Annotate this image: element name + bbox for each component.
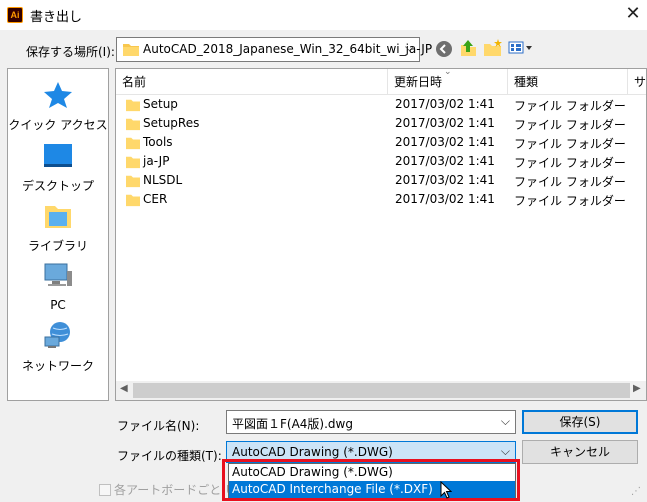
- save-location-label: 保存する場所(I):: [26, 45, 115, 59]
- save-button[interactable]: 保存(S): [522, 410, 638, 434]
- artboards-checkbox[interactable]: [99, 484, 111, 496]
- title-bar: Ai 書き出し ✕: [0, 0, 647, 30]
- cancel-button[interactable]: キャンセル: [522, 440, 638, 464]
- folder-icon: [123, 44, 139, 56]
- column-type[interactable]: 種類: [508, 69, 628, 95]
- column-size[interactable]: サ: [628, 69, 646, 95]
- places-bar: クイック アクセス デスクトップ ライブラリ PC ネットワーク: [7, 68, 109, 401]
- folder-icon: [126, 175, 140, 188]
- new-folder-icon[interactable]: [482, 38, 504, 58]
- place-network[interactable]: ネットワーク: [8, 320, 108, 374]
- place-desktop[interactable]: デスクトップ: [8, 142, 108, 194]
- place-quick-access[interactable]: クイック アクセス: [8, 81, 108, 133]
- library-icon: [45, 206, 71, 228]
- folder-icon: [126, 194, 140, 207]
- artboards-checkbox-row[interactable]: 各アートボードごと(U): [99, 481, 239, 498]
- file-list[interactable]: 名前 ⌄ 更新日時 種類 サ Setup 2017/03/02 1:41 ファイ…: [115, 68, 647, 401]
- place-library[interactable]: ライブラリ: [8, 202, 108, 254]
- file-row[interactable]: NLSDL 2017/03/02 1:41 ファイル フォルダー: [116, 172, 646, 191]
- highlight-box: [222, 459, 520, 501]
- save-location-path: AutoCAD_2018_Japanese_Win_32_64bit_wi_ja…: [143, 42, 433, 56]
- close-icon[interactable]: ✕: [620, 2, 646, 28]
- scroll-right-icon[interactable]: ▶: [633, 383, 641, 394]
- chevron-down-icon[interactable]: ⌵: [501, 444, 510, 459]
- file-row[interactable]: SetupRes 2017/03/02 1:41 ファイル フォルダー: [116, 115, 646, 134]
- view-menu-icon[interactable]: [507, 38, 535, 58]
- horizontal-scrollbar[interactable]: ◀ ▶: [116, 381, 646, 400]
- save-location-combobox[interactable]: AutoCAD_2018_Japanese_Win_32_64bit_wi_ja…: [116, 37, 432, 62]
- column-modified[interactable]: 更新日時: [388, 69, 508, 95]
- folder-icon: [126, 156, 140, 169]
- star-icon: [44, 82, 72, 108]
- folder-icon: [126, 118, 140, 131]
- filetype-label: ファイルの種類(T):: [117, 449, 222, 463]
- chevron-down-icon[interactable]: ⌵: [501, 414, 510, 429]
- window-title: 書き出し: [30, 10, 83, 25]
- pc-icon: [44, 263, 72, 286]
- filename-input[interactable]: 平図面１F(A4版).dwg ⌵: [226, 410, 516, 434]
- file-row[interactable]: Tools 2017/03/02 1:41 ファイル フォルダー: [116, 134, 646, 153]
- folder-icon: [126, 137, 140, 150]
- folder-icon: [126, 99, 140, 112]
- column-name[interactable]: 名前: [116, 69, 388, 95]
- place-pc[interactable]: PC: [8, 261, 108, 312]
- file-row[interactable]: Setup 2017/03/02 1:41 ファイル フォルダー: [116, 96, 646, 115]
- scroll-left-icon[interactable]: ◀: [120, 383, 128, 394]
- file-row[interactable]: ja-JP 2017/03/02 1:41 ファイル フォルダー: [116, 153, 646, 172]
- chevron-down-icon[interactable]: ⌵: [405, 40, 414, 55]
- scrollbar-thumb[interactable]: [133, 383, 630, 398]
- mouse-pointer-icon: [440, 481, 452, 499]
- illustrator-app-icon: Ai: [7, 7, 23, 23]
- filename-value: 平図面１F(A4版).dwg: [232, 417, 353, 431]
- filename-label: ファイル名(N):: [117, 419, 200, 433]
- back-icon[interactable]: [435, 40, 453, 58]
- file-row[interactable]: CER 2017/03/02 1:41 ファイル フォルダー: [116, 191, 646, 210]
- up-folder-icon[interactable]: [458, 38, 478, 58]
- artboards-label: 各アートボードごと(U): [114, 483, 240, 497]
- network-icon: [44, 322, 70, 348]
- column-header: 名前 ⌄ 更新日時 種類 サ: [116, 69, 646, 95]
- resize-grip-icon[interactable]: ⋰: [631, 486, 641, 497]
- desktop-icon: [44, 144, 72, 167]
- filetype-value: AutoCAD Drawing (*.DWG): [232, 445, 393, 459]
